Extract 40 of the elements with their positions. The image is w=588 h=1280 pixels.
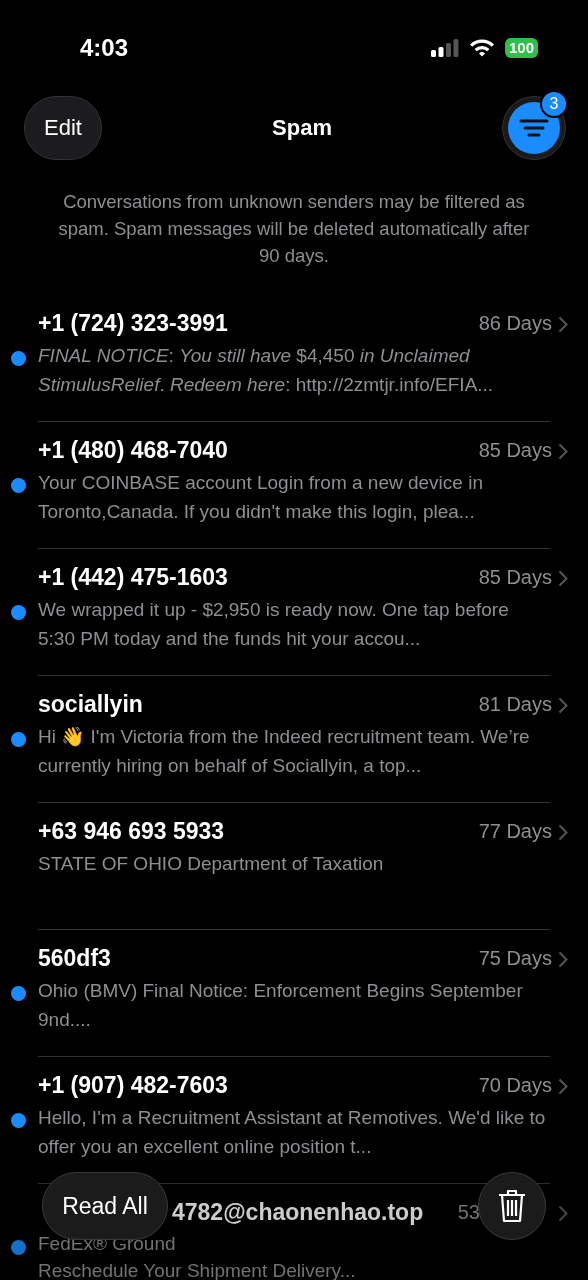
sender-name: sociallyin — [38, 690, 143, 718]
signal-icon — [430, 38, 459, 57]
sender-name: +1 (442) 475-1603 — [38, 563, 228, 591]
sender-name: +1 (907) 482-7603 — [38, 1071, 228, 1099]
message-date: 81 Days — [478, 692, 552, 716]
sender-name: +1 (480) 468-7040 — [38, 436, 228, 464]
message-preview: We wrapped it up - $2,950 is ready now. One tap before 5:30 PM today and the funds hit your accou... — [38, 598, 510, 651]
message-date: 70 Days — [478, 1073, 552, 1097]
message-date: 75 Days — [478, 946, 552, 970]
chevron-icon — [558, 570, 568, 587]
message-preview: Hi 👋 I'm Victoria from the Indeed recruitment team. We’re currently hiring on behalf of Sociallyin, a top... — [38, 725, 531, 778]
message-date: 77 Days — [478, 819, 552, 843]
message-date: 86 Days — [478, 311, 552, 335]
sender-name: +63 946 693 5933 — [38, 817, 225, 845]
battery-level: 100 — [504, 37, 538, 58]
chevron-icon — [558, 443, 568, 460]
chevron-icon — [558, 316, 568, 333]
chevron-icon — [558, 951, 568, 968]
chevron-icon — [558, 1078, 568, 1095]
message-preview: Your COINBASE account Login from a new device in Toronto,Canada. If you didn't make this login, plea... — [38, 471, 484, 524]
spam-notice-text: Conversations from unknown senders may be filtered as spam. Spam messages will be deleted automatically after 90 days. — [57, 190, 531, 268]
screen-title: Spam — [272, 115, 332, 141]
wifi-icon — [468, 38, 495, 57]
chevron-icon — [558, 697, 568, 714]
sender-name: 4782@chaonenhao.top — [172, 1198, 424, 1226]
edit-button[interactable]: Edit — [24, 96, 102, 160]
filter-count-badge: 3 — [540, 90, 568, 118]
message-preview: STATE OF OHIO Department of Taxation — [38, 852, 385, 876]
message-preview: FINAL NOTICE: You still have $4,450 in Unclaimed StimulusRelief. Redeem here: http://2zmtjr.info/EFIA... — [38, 344, 495, 397]
chevron-icon — [558, 1205, 568, 1222]
message-date: 85 Days — [478, 438, 552, 462]
message-date: 85 Days — [478, 565, 552, 589]
message-preview: Hello, I'm a Recruitment Assistant at Remotives. We'd like to offer you an excellent online position t... — [38, 1106, 547, 1159]
sender-name: 560df3 — [38, 944, 111, 972]
chevron-icon — [558, 824, 568, 841]
message-date: 53 — [457, 1200, 480, 1224]
message-preview: Ohio (BMV) Final Notice: Enforcement Begins September 9nd.... — [38, 979, 524, 1032]
clock-time: 4:03 — [80, 33, 129, 62]
trash-icon — [498, 1189, 526, 1223]
sender-name: +1 (724) 323-3991 — [38, 309, 228, 337]
